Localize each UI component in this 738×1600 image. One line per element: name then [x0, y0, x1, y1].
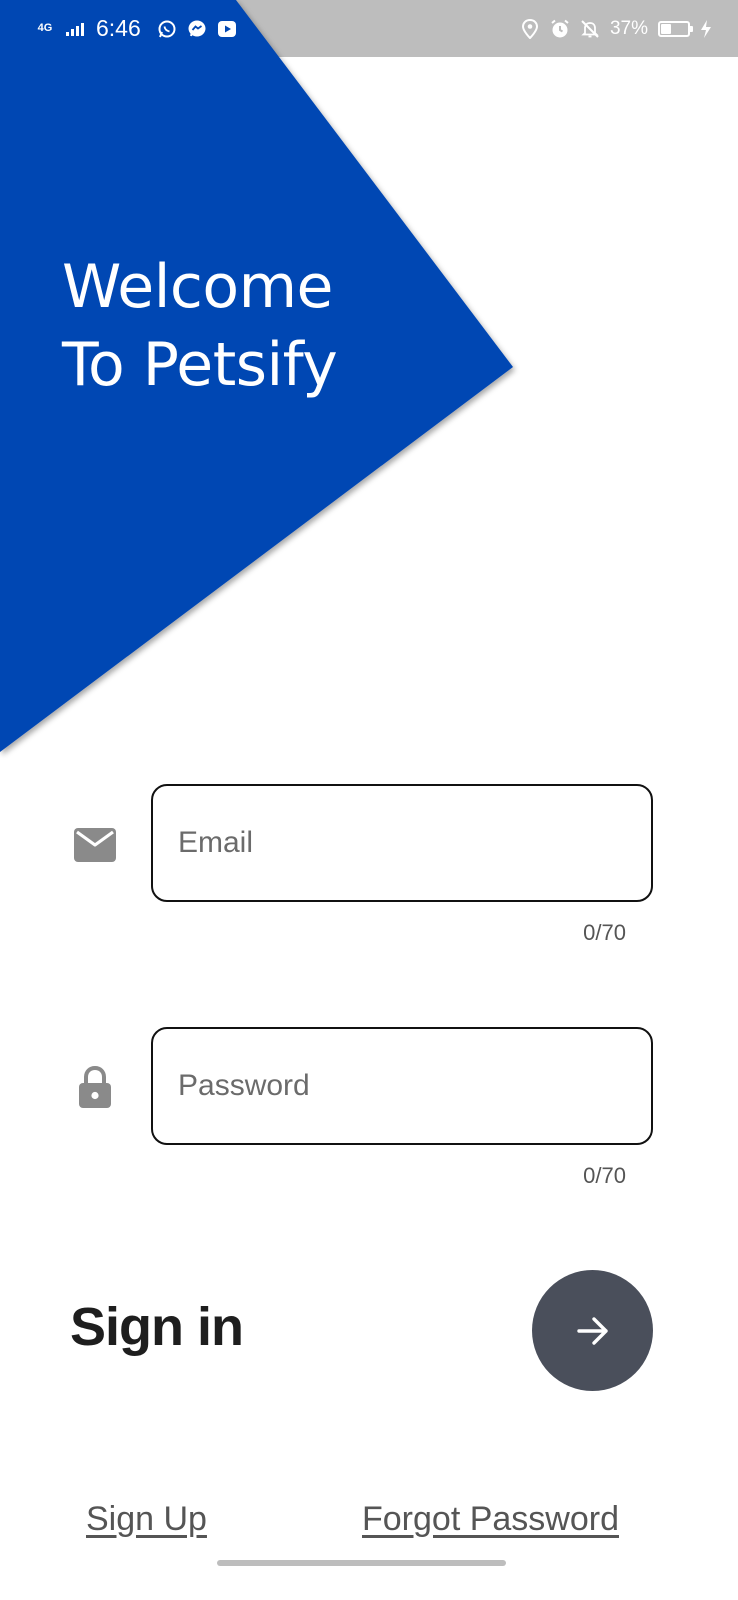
youtube-icon — [217, 19, 237, 39]
whatsapp-icon — [157, 19, 177, 39]
notifications-off-icon — [580, 19, 600, 39]
charging-icon — [700, 19, 712, 39]
sign-in-button[interactable] — [532, 1270, 653, 1391]
lock-icon — [72, 1064, 118, 1110]
alarm-icon — [550, 19, 570, 39]
welcome-heading: Welcome To Petsify — [62, 248, 338, 404]
welcome-line-2: To Petsify — [62, 330, 338, 400]
welcome-line-1: Welcome — [62, 252, 333, 322]
arrow-right-icon — [573, 1311, 613, 1351]
email-icon — [72, 822, 118, 868]
network-4g-icon: 4G — [34, 23, 56, 34]
status-bar-right: 37% — [520, 0, 712, 57]
password-field[interactable] — [176, 1068, 651, 1104]
sign-up-link[interactable]: Sign Up — [86, 1500, 207, 1539]
home-indicator[interactable] — [217, 1560, 506, 1566]
battery-icon — [658, 20, 693, 37]
signal-icon — [66, 22, 84, 36]
password-field-box[interactable] — [151, 1027, 653, 1145]
battery-percent: 37% — [609, 17, 648, 39]
messenger-icon — [187, 19, 207, 39]
sign-in-title: Sign in — [70, 1297, 244, 1357]
email-field-box[interactable] — [151, 784, 653, 902]
location-icon — [520, 18, 540, 39]
forgot-password-link[interactable]: Forgot Password — [362, 1500, 619, 1539]
password-char-counter: 0/70 — [583, 1163, 626, 1188]
battery-level — [661, 23, 671, 34]
status-bar-left: 4G 6:46 — [0, 0, 237, 57]
status-time: 6:46 — [96, 15, 141, 41]
email-field[interactable] — [176, 825, 651, 861]
network-type-label: 4G — [37, 22, 53, 34]
email-char-counter: 0/70 — [583, 920, 626, 945]
